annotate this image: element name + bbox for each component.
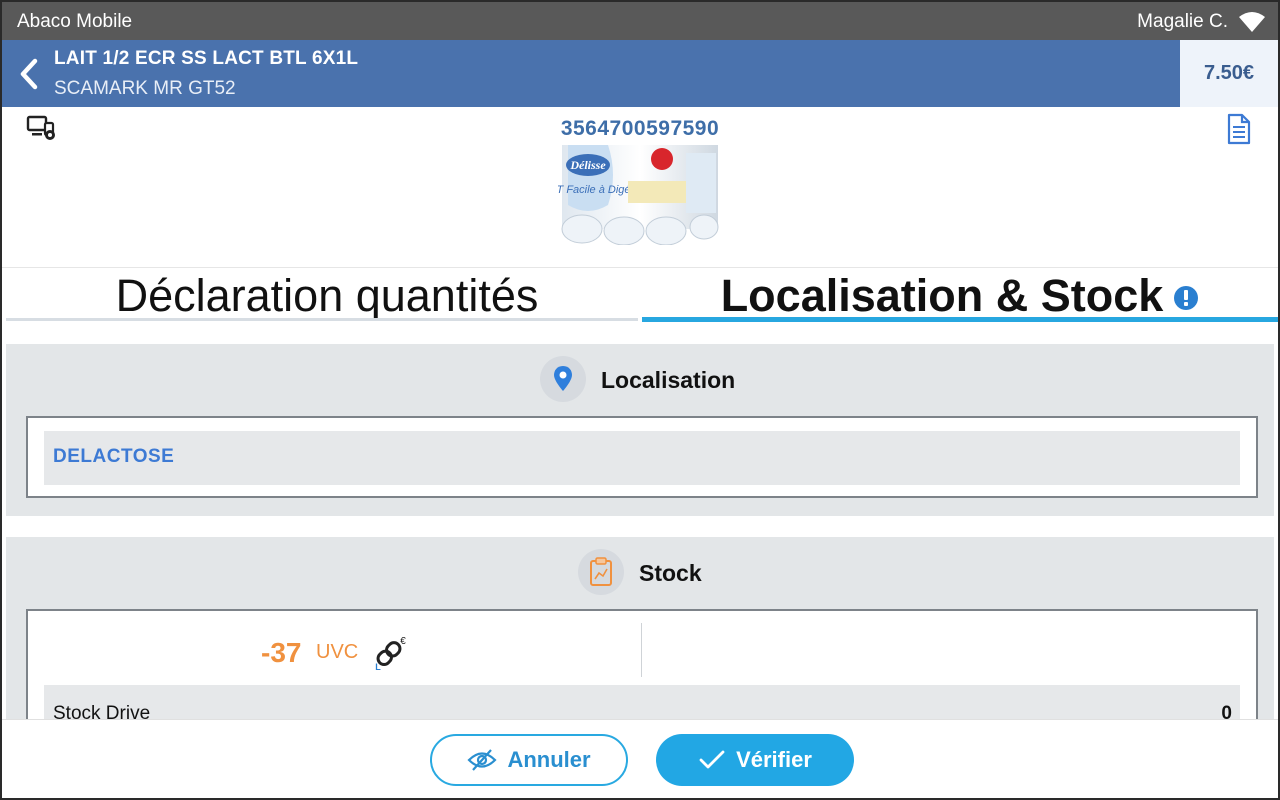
localisation-section: Localisation DELACTOSE (6, 344, 1274, 516)
tab-label: Localisation & Stock (720, 270, 1164, 321)
stock-unit: UVC (316, 641, 359, 663)
action-footer: Annuler Vérifier (2, 719, 1278, 798)
localisation-value: DELACTOSE (53, 446, 175, 467)
back-chevron-icon[interactable] (18, 58, 40, 90)
cancel-label: Annuler (507, 747, 591, 772)
cancel-button[interactable]: Annuler (430, 734, 628, 786)
verify-button[interactable]: Vérifier (656, 734, 854, 786)
clipboard-chart-icon (578, 549, 624, 595)
stock-quantity: -37 (261, 637, 302, 668)
eye-slash-icon (467, 749, 497, 771)
stock-section: Stock -37 UVC € L Stock Drive 0 (6, 537, 1274, 759)
tab-declaration-quantites[interactable]: Déclaration quantités (2, 268, 652, 324)
stock-divider (641, 623, 642, 677)
svg-text:€: € (400, 636, 406, 647)
user-name: Magalie C. (1137, 11, 1228, 32)
product-barcode: 3564700597590 (560, 117, 720, 140)
product-header: LAIT 1/2 ECR SS LACT BTL 6X1L SCAMARK MR… (2, 40, 1278, 107)
stock-header: Stock (6, 537, 1274, 595)
app-frame: Abaco Mobile Magalie C. LAIT 1/2 ECR SS … (0, 0, 1280, 800)
tab-bar: Déclaration quantités Localisation & Sto… (2, 267, 1278, 323)
localisation-title: Localisation (601, 367, 736, 393)
link-euro-icon[interactable]: € L (373, 635, 409, 671)
product-area: 3564700597590 Délisse LAIT Facile à Digé… (2, 107, 1278, 267)
product-image: Délisse LAIT Facile à Digérer (558, 145, 719, 245)
tab-underline-active (642, 317, 1278, 322)
localisation-header: Localisation (6, 344, 1274, 402)
app-name: Abaco Mobile (17, 11, 133, 32)
product-brand: Délisse (569, 158, 606, 172)
status-bar: Abaco Mobile Magalie C. (2, 2, 1278, 40)
product-price: 7.50€ (1180, 40, 1278, 107)
localisation-box: DELACTOSE (26, 416, 1258, 498)
stock-title: Stock (639, 560, 702, 586)
wifi-icon (1239, 12, 1265, 32)
document-icon[interactable] (1226, 113, 1252, 145)
tab-underline-inactive (6, 318, 638, 321)
location-pin-icon (540, 356, 586, 402)
tab-localisation-stock[interactable]: Localisation & Stock (642, 268, 1278, 324)
verify-label: Vérifier (736, 747, 812, 772)
product-title: LAIT 1/2 ECR SS LACT BTL 6X1L (54, 48, 359, 69)
alert-icon (1174, 286, 1199, 310)
product-subtitle: SCAMARK MR GT52 (54, 78, 236, 99)
svg-text:L: L (375, 662, 381, 671)
tab-label: Déclaration quantités (115, 270, 539, 321)
check-icon (699, 750, 725, 769)
localisation-row[interactable]: DELACTOSE (44, 431, 1240, 485)
